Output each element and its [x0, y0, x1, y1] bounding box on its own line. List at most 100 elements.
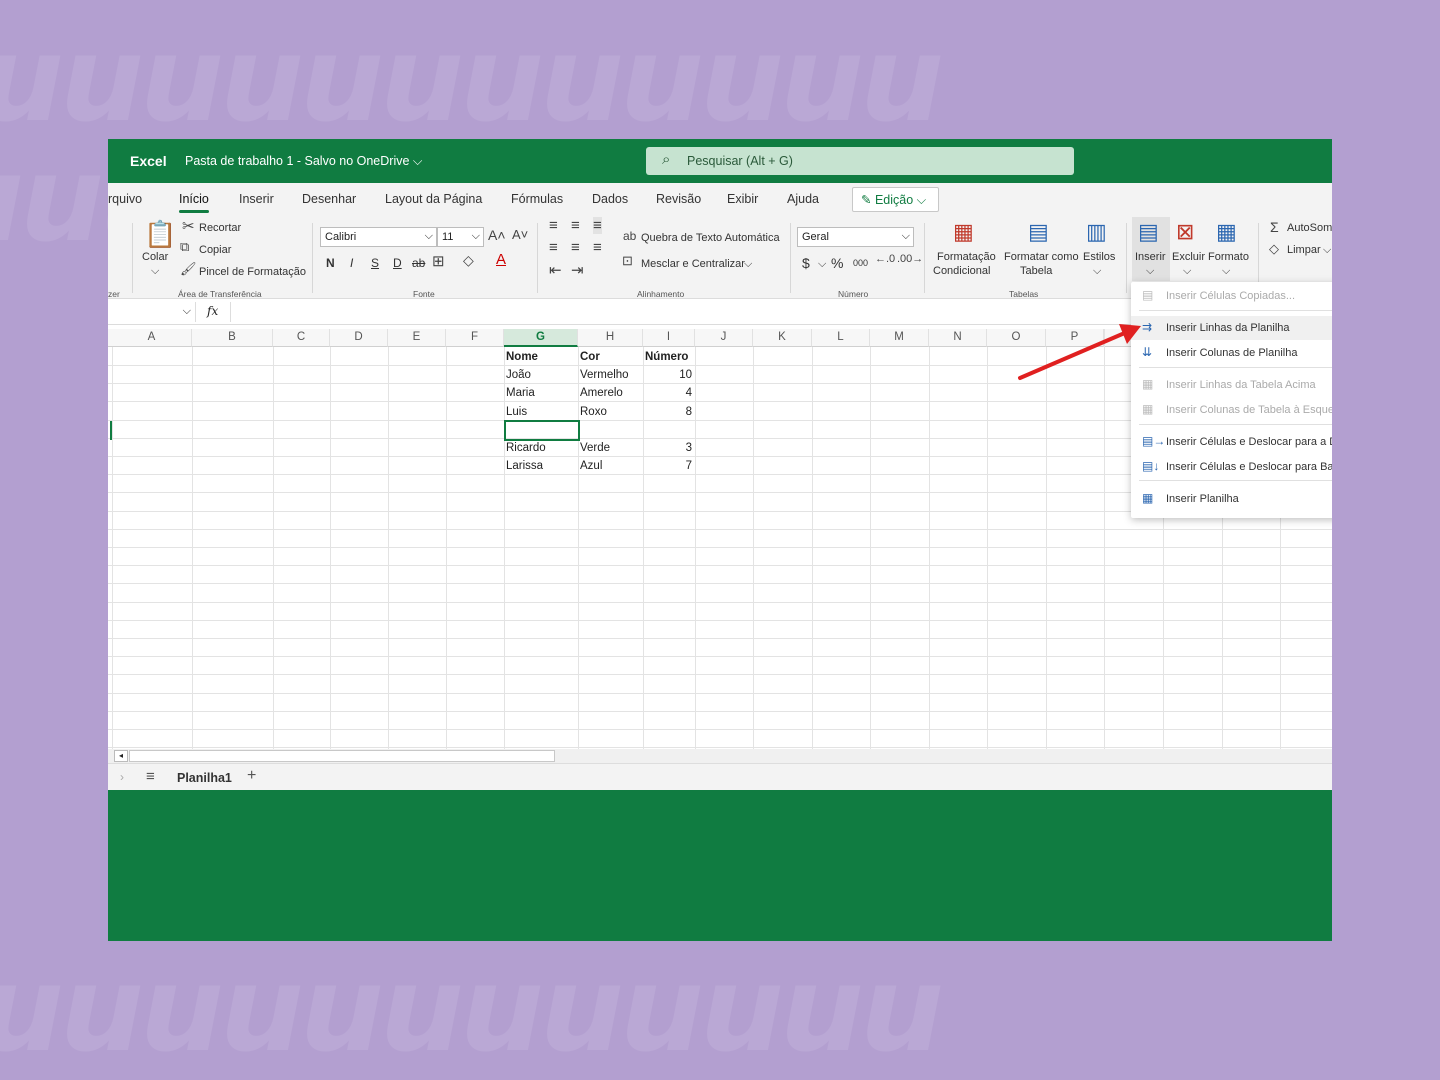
menu-item-insert-columns[interactable]: ⇊ Inserir Colunas de Planilha [1131, 341, 1332, 365]
column-header-d[interactable]: D [330, 329, 388, 347]
column-header-c[interactable]: C [273, 329, 330, 347]
table-cell[interactable]: Ricardo [504, 439, 578, 457]
format-as-table-icon[interactable]: ▤ [1028, 219, 1049, 245]
chevron-down-icon[interactable]: ⌵ [1146, 265, 1154, 278]
table-cell[interactable]: 10 [643, 366, 695, 384]
paste-icon[interactable]: 📋 [144, 219, 176, 250]
grow-font-icon[interactable]: A˄ [488, 227, 506, 243]
underline-button[interactable]: S [371, 256, 379, 270]
align-middle-icon[interactable]: ≡ [571, 217, 580, 234]
chevron-down-icon[interactable]: ⌵ [744, 258, 752, 271]
conditional-formatting-label[interactable]: Condicional [933, 265, 990, 277]
delete-button[interactable]: Excluir [1172, 251, 1205, 263]
tab-help[interactable]: Ajuda [787, 192, 819, 206]
double-underline-button[interactable]: D [393, 256, 402, 270]
column-header-h[interactable]: H [578, 329, 643, 347]
chevron-down-icon[interactable]: ⌵ [1093, 265, 1101, 278]
chevron-down-icon[interactable]: ⌵ [818, 258, 826, 271]
align-right-icon[interactable]: ≡ [593, 239, 602, 256]
italic-button[interactable]: I [350, 256, 353, 270]
column-header-j[interactable]: J [695, 329, 753, 347]
name-box[interactable]: ⌵ [108, 302, 196, 322]
insert-cells-icon[interactable]: ▤ [1138, 219, 1159, 245]
chevron-down-icon[interactable]: ⌵ [1183, 265, 1191, 278]
column-header-i[interactable]: I [643, 329, 695, 347]
column-header-a[interactable]: A [112, 329, 192, 347]
delete-cells-icon[interactable]: ⊠ [1176, 219, 1194, 245]
table-cell[interactable]: Verde [578, 439, 643, 457]
font-color-icon[interactable]: A [496, 251, 506, 268]
cell-styles-icon[interactable]: ▥ [1086, 219, 1107, 245]
table-cell[interactable]: Amerelo [578, 384, 643, 402]
column-header-k[interactable]: K [753, 329, 812, 347]
scrollbar-thumb[interactable] [129, 750, 555, 762]
format-as-table-label[interactable]: Tabela [1020, 265, 1052, 277]
function-icon[interactable]: fx [207, 304, 218, 318]
thousands-button[interactable]: 000 [853, 258, 868, 268]
chevron-down-icon[interactable]: ⌵ [1222, 265, 1230, 278]
table-cell[interactable]: 7 [643, 457, 695, 475]
menu-item-shift-down[interactable]: ▤↓ Inserir Células e Deslocar para Baix [1131, 455, 1332, 479]
table-cell[interactable]: 8 [643, 403, 695, 421]
clear-button[interactable]: Limpar [1287, 244, 1321, 256]
menu-item-shift-right[interactable]: ▤→ Inserir Células e Deslocar para a Di [1131, 430, 1332, 454]
table-cell[interactable]: Roxo [578, 403, 643, 421]
tab-file[interactable]: rquivo [108, 192, 142, 206]
percent-button[interactable]: % [831, 255, 843, 271]
align-bottom-icon[interactable]: ≡ [593, 217, 602, 234]
paste-button[interactable]: Colar [142, 251, 168, 263]
conditional-formatting-icon[interactable]: ▦ [953, 219, 974, 245]
table-cell[interactable]: Azul [578, 457, 643, 475]
column-header-l[interactable]: L [812, 329, 870, 347]
chevron-down-icon[interactable]: ⌵ [151, 265, 159, 278]
tab-page-layout[interactable]: Layout da Página [385, 192, 482, 206]
format-cells-icon[interactable]: ▦ [1216, 219, 1237, 245]
tab-home[interactable]: Início [179, 192, 209, 213]
decrease-indent-icon[interactable]: ⇤ [549, 261, 562, 279]
borders-icon[interactable]: ⊞ [432, 252, 445, 270]
sheet-tab-planilha1[interactable]: Planilha1 [177, 771, 232, 785]
table-header-cell[interactable]: Nome [504, 348, 578, 366]
menu-item-insert-sheet[interactable]: ▦ Inserir Planilha [1131, 487, 1332, 511]
align-center-icon[interactable]: ≡ [571, 239, 580, 256]
menu-item-insert-rows[interactable]: ⇉ Inserir Linhas da Planilha [1131, 316, 1332, 340]
column-header-b[interactable]: B [192, 329, 273, 347]
conditional-formatting-button[interactable]: Formatação [937, 251, 996, 263]
font-size-select[interactable]: 11 ⌵ [437, 227, 484, 247]
merge-center-button[interactable]: Mesclar e Centralizar [641, 258, 745, 270]
tab-review[interactable]: Revisão [656, 192, 701, 206]
table-cell[interactable]: Vermelho [578, 366, 643, 384]
format-button[interactable]: Formato [1208, 251, 1249, 263]
column-header-n[interactable]: N [929, 329, 987, 347]
align-top-icon[interactable]: ≡ [549, 217, 558, 234]
chevron-down-icon[interactable]: ⌵ [1323, 244, 1331, 257]
wrap-text-button[interactable]: Quebra de Texto Automática [641, 232, 780, 244]
copy-button[interactable]: Copiar [199, 244, 231, 256]
format-painter-button[interactable]: Pincel de Formatação [199, 266, 306, 278]
search-box[interactable]: ⌕ Pesquisar (Alt + G) [646, 147, 1074, 175]
column-header-m[interactable]: M [870, 329, 929, 347]
format-as-table-button[interactable]: Formatar como [1004, 251, 1079, 263]
table-cell[interactable]: João [504, 366, 578, 384]
tab-insert[interactable]: Inserir [239, 192, 274, 206]
cell-styles-button[interactable]: Estilos [1083, 251, 1115, 263]
number-format-select[interactable]: Geral ⌵ [797, 227, 914, 247]
increase-indent-icon[interactable]: ⇥ [571, 261, 584, 279]
table-cell[interactable]: Luis [504, 403, 578, 421]
table-cell[interactable]: 4 [643, 384, 695, 402]
document-title[interactable]: Pasta de trabalho 1 - Salvo no OneDrive … [185, 154, 422, 169]
table-header-cell[interactable]: Número [643, 348, 695, 366]
scroll-left-button[interactable]: ◂ [114, 750, 128, 762]
tab-data[interactable]: Dados [592, 192, 628, 206]
table-cell[interactable] [578, 421, 643, 439]
horizontal-scrollbar[interactable]: ◂ [108, 749, 1332, 763]
column-header-f[interactable]: F [446, 329, 504, 347]
chevron-right-icon[interactable]: › [120, 770, 124, 784]
fill-color-icon[interactable]: ◇ [463, 252, 474, 269]
table-cell[interactable]: Maria [504, 384, 578, 402]
shrink-font-icon[interactable]: A˅ [512, 227, 528, 242]
strikethrough-button[interactable]: ab [412, 256, 425, 270]
tab-view[interactable]: Exibir [727, 192, 758, 206]
active-cell[interactable] [504, 420, 580, 441]
cut-button[interactable]: Recortar [199, 222, 241, 234]
